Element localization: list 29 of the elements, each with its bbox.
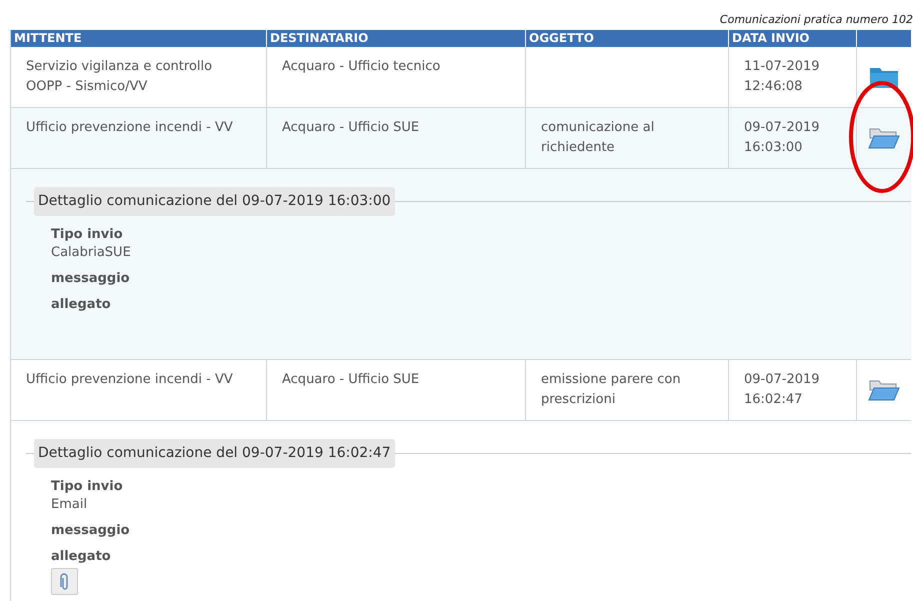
open-folder-icon[interactable] <box>868 378 900 402</box>
field-label: allegato <box>51 548 112 566</box>
table-caption: Comunicazioni pratica numero 102 <box>720 12 913 28</box>
field-label: Tipo invio <box>51 226 124 244</box>
table-cell: Acquaro - Ufficio SUE <box>282 120 420 135</box>
open-folder-icon[interactable] <box>868 126 900 150</box>
field-label: allegato <box>51 296 112 314</box>
field-value: CalabriaSUE <box>51 244 132 262</box>
field-value: Email <box>51 496 88 514</box>
table-cell: emissione parere con prescrizioni <box>541 372 681 407</box>
detail-legend: Dettaglio comunicazione del 09-07-2019 16:02:47 <box>34 439 395 468</box>
field-label: messaggio <box>51 270 131 288</box>
table-cell: Ufficio prevenzione incendi - VV <box>26 120 233 135</box>
table-cell-text: 09-07-2019 <box>744 371 821 389</box>
attachment-button[interactable] <box>51 568 78 595</box>
table-cell: Acquaro - Ufficio SUE <box>282 372 420 387</box>
table-cell: Acquaro - Ufficio tecnico <box>282 59 440 74</box>
table-cell-text: 11-07-2019 <box>744 58 821 76</box>
table-cell: comunicazione al richiedente <box>541 120 654 155</box>
field-label: messaggio <box>51 522 131 540</box>
table-cell-text: 16:03:00 <box>744 139 804 157</box>
table-cell: Servizio vigilanza e controllo OOPP - Sismico/VV <box>26 59 212 94</box>
field-label: Tipo invio <box>51 478 124 496</box>
table-cell: Ufficio prevenzione incendi - VV <box>26 372 233 387</box>
table-cell-text: 09-07-2019 <box>744 119 821 137</box>
paperclip-icon <box>60 572 70 590</box>
table-cell-text: 16:02:47 <box>744 391 804 409</box>
detail-legend: Dettaglio comunicazione del 09-07-2019 16:03:00 <box>34 187 395 216</box>
table-cell-text: 12:46:08 <box>744 78 804 96</box>
